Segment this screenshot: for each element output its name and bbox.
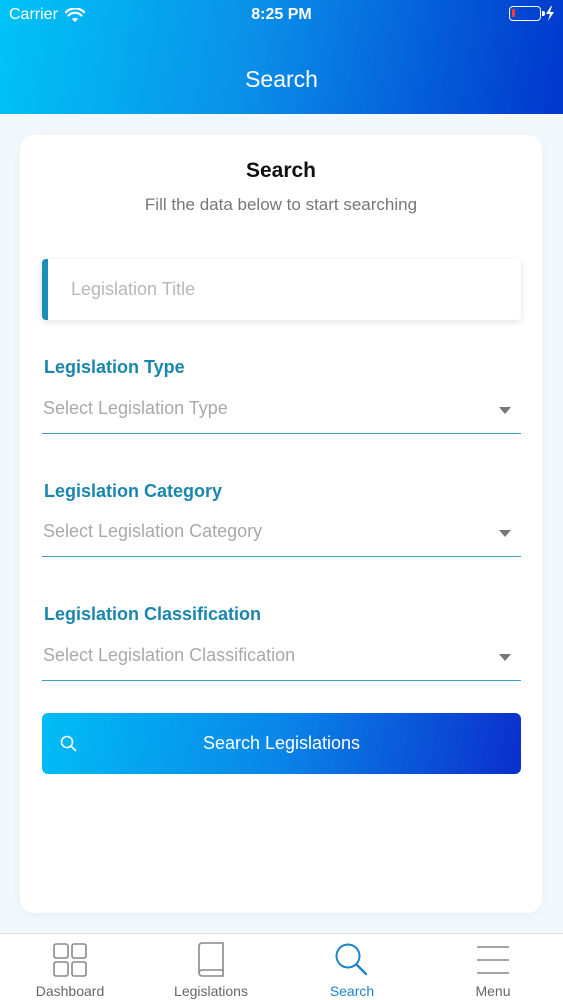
legislation-category-select[interactable]: Select Legislation Category [42, 517, 521, 557]
tab-dashboard[interactable]: Dashboard [0, 934, 140, 1000]
chevron-down-icon [499, 407, 511, 414]
legislation-title-input[interactable] [48, 259, 521, 320]
tab-label-menu: Menu [475, 983, 511, 999]
tab-bar: Dashboard Legislations Search Menu [0, 933, 563, 1000]
legislation-classification-select[interactable]: Select Legislation Classification [42, 641, 521, 681]
legislation-category-label: Legislation Category [44, 481, 223, 501]
chevron-down-icon [499, 654, 511, 661]
header: Carrier 8:25 PM Search [0, 0, 563, 114]
search-button-label: Search Legislations [202, 733, 361, 753]
status-bar: Carrier 8:25 PM [0, 0, 563, 30]
legislation-classification-placeholder: Select Legislation Classification [43, 645, 296, 665]
battery-fill [512, 9, 515, 17]
page-title: Search [245, 66, 318, 92]
tab-menu[interactable]: Menu [423, 934, 563, 1000]
battery-group [509, 6, 555, 21]
card-subtitle: Fill the data below to start searching [144, 195, 418, 214]
tab-label-legislations: Legislations [174, 983, 248, 999]
card-title: Search [245, 159, 317, 182]
legislation-type-placeholder: Select Legislation Type [43, 398, 228, 418]
search-legislations-button[interactable]: Search Legislations [42, 713, 521, 774]
battery-icon [509, 6, 545, 21]
grid-icon [53, 943, 87, 977]
charging-bolt-icon [546, 6, 554, 21]
tab-legislations[interactable]: Legislations [141, 934, 281, 1000]
book-icon [198, 942, 224, 977]
search-icon [335, 943, 368, 976]
hamburger-icon [477, 946, 509, 974]
status-time: 8:25 PM [251, 6, 312, 23]
legislation-category-placeholder: Select Legislation Category [43, 521, 263, 541]
legislation-type-select[interactable]: Select Legislation Type [42, 394, 521, 434]
legislation-title-field [42, 259, 521, 320]
legislation-classification-label: Legislation Classification [44, 604, 262, 624]
chevron-down-icon [499, 530, 511, 537]
tab-label-search: Search [329, 983, 375, 999]
search-card: Search Fill the data below to start sear… [20, 135, 542, 913]
legislation-type-label: Legislation Type [44, 357, 185, 377]
tab-label-dashboard: Dashboard [35, 983, 105, 999]
tab-search[interactable]: Search [282, 934, 422, 1000]
